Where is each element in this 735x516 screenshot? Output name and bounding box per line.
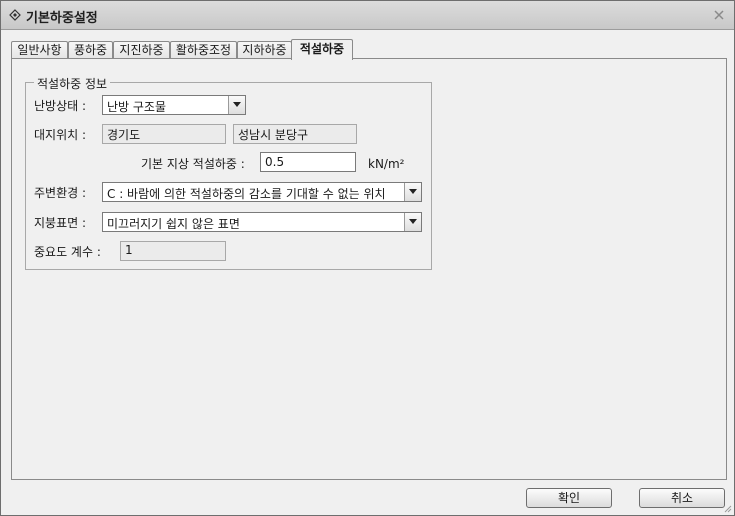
cancel-button[interactable]: 취소 (639, 488, 725, 508)
heating-state-select[interactable]: 난방 구조물 (102, 95, 246, 115)
chevron-down-icon[interactable] (228, 96, 245, 114)
surroundings-value: C : 바람에 의한 적설하중의 감소를 기대할 수 없는 위치 (107, 187, 386, 201)
province-field: 경기도 (102, 124, 226, 144)
base-snow-load-input[interactable] (260, 152, 356, 172)
roof-surface-value: 미끄러지기 쉽지 않은 표면 (107, 217, 240, 231)
tab-general[interactable]: 일반사항 (11, 41, 68, 59)
surroundings-label: 주변환경 : (34, 186, 87, 200)
tab-wind-load[interactable]: 풍하중 (68, 41, 113, 59)
dialog-title: 기본하중설정 (26, 11, 98, 26)
city-field: 성남시 분당구 (233, 124, 357, 144)
tab-underground-load[interactable]: 지하하중 (237, 41, 292, 59)
site-location-label: 대지위치 : (34, 128, 87, 142)
snow-load-panel: 적설하중 정보 난방상태 : 난방 구조물 대지위치 : 경기도 성남시 분당구… (11, 58, 727, 480)
heating-state-value: 난방 구조물 (107, 100, 167, 114)
base-snow-load-label: 기본 지상 적설하중 : (141, 157, 245, 171)
tab-snow-load[interactable]: 적설하중 (291, 39, 353, 60)
resize-grip-icon[interactable] (722, 503, 732, 513)
dialog-window: 기본하중설정 일반사항 풍하중 지진하중 활하중조정 지하하중 적설하중 적설하… (0, 0, 735, 516)
snow-load-info-group: 적설하중 정보 난방상태 : 난방 구조물 대지위치 : 경기도 성남시 분당구… (25, 75, 432, 270)
chevron-down-icon[interactable] (404, 183, 421, 201)
title-bar[interactable]: 기본하중설정 (1, 1, 734, 30)
roof-surface-select[interactable]: 미끄러지기 쉽지 않은 표면 (102, 212, 422, 232)
group-title: 적설하중 정보 (34, 75, 111, 92)
base-snow-load-unit: kN/m² (368, 157, 405, 171)
tab-live-load-adjust[interactable]: 활하중조정 (170, 41, 237, 59)
tab-seismic-load[interactable]: 지진하중 (113, 41, 170, 59)
importance-factor-label: 중요도 계수 : (34, 245, 101, 259)
roof-surface-label: 지붕표면 : (34, 216, 87, 230)
surroundings-select[interactable]: C : 바람에 의한 적설하중의 감소를 기대할 수 없는 위치 (102, 182, 422, 202)
chevron-down-icon[interactable] (404, 213, 421, 231)
ok-button[interactable]: 확인 (526, 488, 612, 508)
importance-factor-field: 1 (120, 241, 226, 261)
diamond-icon (9, 9, 21, 21)
close-icon[interactable] (712, 8, 726, 22)
heating-state-label: 난방상태 : (34, 99, 87, 113)
